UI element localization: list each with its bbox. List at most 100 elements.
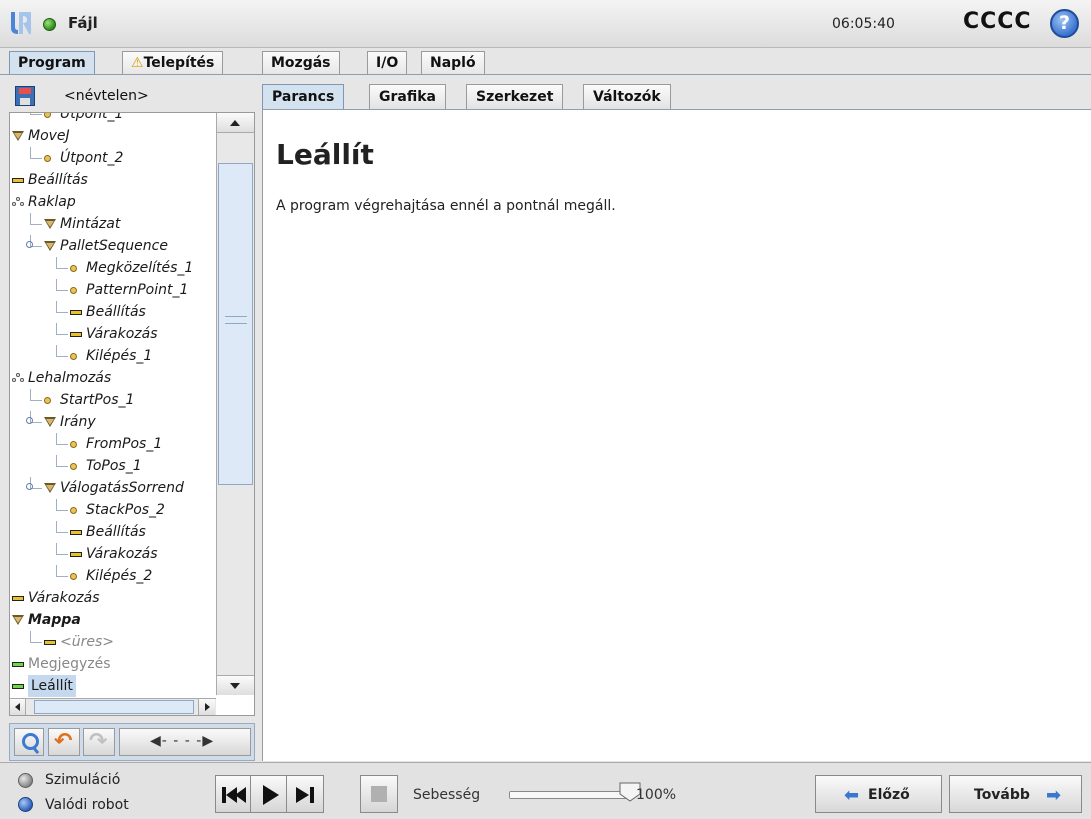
move-icon [44,417,56,427]
move-node-button[interactable] [119,728,251,756]
scroll-thumb[interactable] [218,163,253,485]
tree-item[interactable]: ToPos_1 [10,455,217,477]
tree-item[interactable]: Beállítás [10,301,217,323]
tree-item[interactable]: Várakozás [10,323,217,345]
scroll-down-button[interactable] [217,675,254,695]
tab-variables-label: Változók [593,89,661,105]
tree-item[interactable]: Megjegyzés [10,653,217,675]
tree-connector [56,433,57,445]
tab-command[interactable]: Parancs [262,84,345,109]
arrow-left-icon: ⬅ [844,785,860,806]
tree-item[interactable]: Várakozás [10,543,217,565]
tree-item[interactable]: Raklap [10,191,217,213]
green-icon [12,684,24,689]
tab-program-label: Program [18,55,86,71]
previous-button[interactable]: ⬅ Előző [815,775,942,813]
tab-command-label: Parancs [272,89,335,105]
tree-item[interactable]: Irány [10,411,217,433]
tree-connector [56,257,57,269]
top-bar: Fájl 06:05:40 CCCC ? [0,0,1091,48]
tree-item[interactable]: Mintázat [10,213,217,235]
tree-item[interactable]: PatternPoint_1 [10,279,217,301]
search-icon[interactable] [14,728,44,756]
tree-vertical-scrollbar[interactable] [216,113,254,695]
play-icon[interactable] [250,775,288,813]
tree-connector [30,158,42,159]
tree-connector [56,312,68,313]
tree-item[interactable]: Várakozás [10,587,217,609]
arrow-right-icon: ➡ [1046,785,1062,806]
tree-item-label: Mintázat [60,216,121,232]
real-robot-radio[interactable] [18,797,33,812]
tab-move[interactable]: Mozgás [262,51,340,75]
speed-slider[interactable] [509,791,635,799]
tab-installation[interactable]: ⚠Telepítés [122,51,224,75]
tree-connector [30,113,31,115]
tree-item[interactable]: Mappa [10,609,217,631]
tree-item-label: FromPos_1 [86,436,163,452]
tree-connector [56,323,57,335]
tree-horizontal-scrollbar[interactable] [10,698,216,715]
tree-connector [56,301,57,313]
undo-icon[interactable] [48,728,80,756]
waypoint-icon [70,463,77,470]
tab-io[interactable]: I/O [367,51,408,75]
redo-icon[interactable] [83,728,115,756]
tree-item[interactable]: MoveJ [10,125,217,147]
branch-toggle-icon[interactable] [26,417,33,424]
tree-item-label: Beállítás [28,172,88,188]
scroll-left-button[interactable] [10,699,26,715]
branch-toggle-icon[interactable] [26,241,33,248]
tree-item[interactable]: <üres> [10,631,217,653]
tree-item-label: Kilépés_1 [86,348,153,364]
speed-label: Sebesség [413,787,481,803]
tree-item-label: <üres> [60,634,114,650]
tab-program[interactable]: Program [9,51,95,75]
step-icon[interactable] [286,775,324,813]
tree-item[interactable]: Megközelítés_1 [10,257,217,279]
stop-icon[interactable] [360,775,398,813]
tree-item[interactable]: Leállít [10,675,217,697]
tree-item-label: Várakozás [86,326,158,342]
tree-connector [56,576,68,577]
tree-item[interactable]: VálogatásSorrend [10,477,217,499]
tree-item[interactable]: Kilépés_2 [10,565,217,587]
tree-item[interactable]: StackPos_2 [10,499,217,521]
tree-item-label: StartPos_1 [60,392,135,408]
tab-structure[interactable]: Szerkezet [466,84,564,109]
next-button[interactable]: Tovább ➡ [949,775,1082,813]
rewind-icon[interactable] [215,775,253,813]
tree-connector [30,114,42,115]
horizontal-scroll-thumb[interactable] [34,700,194,714]
waypoint-icon [44,397,51,404]
tab-move-label: Mozgás [271,55,331,71]
tree-connector [56,521,57,533]
tree-item[interactable]: Útpont_1 [10,112,217,125]
tree-connector [56,532,68,533]
file-menu[interactable]: Fájl [68,14,98,32]
tab-variables[interactable]: Változók [583,84,671,109]
tab-log[interactable]: Napló [421,51,485,75]
scroll-right-button[interactable] [198,699,215,715]
tree-item[interactable]: Beállítás [10,521,217,543]
tree-item[interactable]: PalletSequence [10,235,217,257]
tree-item[interactable]: Beállítás [10,169,217,191]
branch-toggle-icon[interactable] [26,483,33,490]
simulation-radio[interactable] [18,773,33,788]
set-icon [12,596,24,601]
tree-item[interactable]: Útpont_2 [10,147,217,169]
tree-item[interactable]: Lehalmozás [10,367,217,389]
help-button[interactable]: ? [1050,9,1079,38]
tree-connector [56,345,57,357]
tree-connector [56,279,57,291]
next-label: Tovább [974,787,1030,803]
move-icon [12,131,24,141]
tab-graphics[interactable]: Grafika [369,84,446,109]
tree-item[interactable]: StartPos_1 [10,389,217,411]
tree-connector [56,565,57,577]
save-program-icon[interactable] [15,86,35,106]
tree-item-label: Útpont_1 [60,112,124,122]
tree-item[interactable]: FromPos_1 [10,433,217,455]
tree-item[interactable]: Kilépés_1 [10,345,217,367]
scroll-up-button[interactable] [217,113,254,133]
